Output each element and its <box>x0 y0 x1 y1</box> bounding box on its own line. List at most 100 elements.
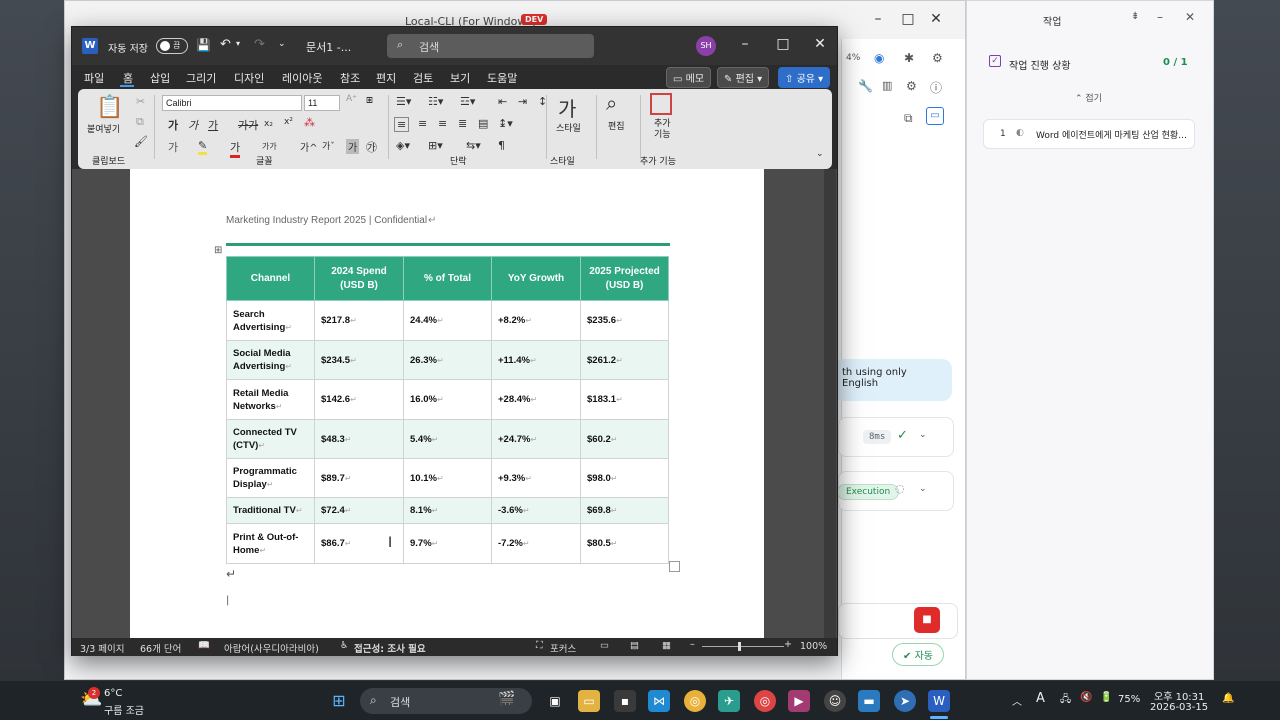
cli-close-button[interactable]: ✕ <box>921 11 951 27</box>
table-row[interactable]: Print & Out-of-Home↵ $86.7↵ 9.7%↵ -7.2%↵ $80… <box>226 523 669 564</box>
value-cell[interactable]: $98.0↵ <box>580 458 669 498</box>
accessibility-status[interactable]: 접근성: 조사 필요 <box>354 641 426 655</box>
value-cell[interactable]: $60.2↵ <box>580 419 669 459</box>
document-canvas[interactable]: Marketing Industry Report 2025 | Confide… <box>72 169 837 638</box>
subscript-icon[interactable]: x₂ <box>264 119 273 129</box>
table-row[interactable]: Social Media Advertising↵ $234.5↵ 26.3%↵ +1… <box>226 340 669 380</box>
value-cell[interactable]: -3.6%↵ <box>491 497 581 524</box>
paste-label[interactable]: 붙여넣기 <box>87 122 120 135</box>
cut-icon[interactable]: ✂ <box>136 95 145 108</box>
wrench-icon[interactable]: 🔧 <box>858 79 873 93</box>
pin-icon[interactable]: ⇟ <box>1131 11 1139 22</box>
app-icon-window[interactable]: ▬ <box>858 690 880 712</box>
copy-icon[interactable]: ⧉ <box>136 115 144 129</box>
line-spacing-icon[interactable]: ↨▾ <box>498 117 513 130</box>
channel-cell[interactable]: Traditional TV↵ <box>226 497 315 524</box>
channel-cell[interactable]: Retail Media Networks↵ <box>226 379 315 420</box>
value-cell[interactable]: 5.4%↵ <box>403 419 492 459</box>
value-cell[interactable]: +11.4%↵ <box>491 340 581 380</box>
channel-cell[interactable]: Connected TV (CTV)↵ <box>226 419 315 459</box>
align-left-icon[interactable]: ≡ <box>394 117 410 132</box>
page-header-text[interactable]: Marketing Industry Report 2025 | Confide… <box>226 215 427 226</box>
chrome-profile-icon[interactable]: ◎ <box>754 690 776 712</box>
styles-label[interactable]: 스타일 <box>556 121 581 134</box>
styles-gallery-icon[interactable]: 가 <box>558 93 576 122</box>
stop-button[interactable]: ■ <box>914 607 940 633</box>
page-count[interactable]: 3/3 페이지 <box>80 641 125 655</box>
table-header-cell[interactable]: 2024 Spend (USD B) <box>314 256 404 301</box>
text-effects-dropdown-icon[interactable]: 가 <box>168 139 178 155</box>
network-icon[interactable]: 🖧 <box>1060 692 1071 709</box>
table-resize-handle[interactable] <box>669 561 680 572</box>
web-layout-icon[interactable]: ▦ <box>662 640 671 651</box>
eye-icon[interactable]: ◉ <box>874 51 884 65</box>
value-cell[interactable]: $217.8↵ <box>314 300 404 341</box>
battery-icon[interactable]: 🔋 <box>1100 692 1112 703</box>
zoom-slider-thumb[interactable] <box>738 642 741 651</box>
highlight-icon[interactable]: ✎ <box>198 139 208 155</box>
menu-references[interactable]: 참조 <box>340 70 360 86</box>
numbering-icon[interactable]: ☷▾ <box>428 95 443 108</box>
bug-icon[interactable]: ✱ <box>904 51 914 65</box>
app-icon-circle[interactable]: ☺ <box>824 690 846 712</box>
value-cell[interactable]: +8.2%↵ <box>491 300 581 341</box>
word-taskbar-icon[interactable]: W <box>928 690 950 712</box>
value-cell[interactable]: +9.3%↵ <box>491 458 581 498</box>
app-icon-bird[interactable]: ✈ <box>718 690 740 712</box>
share-button[interactable]: ⇧ 공유 ▾ <box>778 67 831 88</box>
tray-overflow-icon[interactable]: ︿ <box>1012 693 1022 708</box>
undo-icon[interactable]: ↶ <box>220 37 231 52</box>
font-grow-icon[interactable]: A⁺ <box>346 94 357 104</box>
marketing-spend-table[interactable]: Channel 2024 Spend (USD B) % of Total Yo… <box>226 256 669 564</box>
table-row[interactable]: Traditional TV↵ $72.4↵ 8.1%↵ -3.6%↵ $69.8↵ <box>226 497 669 524</box>
show-marks-icon[interactable]: ¶ <box>498 139 505 152</box>
table-header-cell[interactable]: Channel <box>226 256 315 301</box>
zoom-level[interactable]: 100% <box>800 641 827 652</box>
menu-view[interactable]: 보기 <box>450 70 470 86</box>
table-header-cell[interactable]: YoY Growth <box>491 256 581 301</box>
bold-icon[interactable]: 가 <box>168 117 178 133</box>
shading-icon[interactable]: ◈▾ <box>396 139 410 152</box>
language-indicator[interactable]: 아랍어(사우디아라비아) <box>224 641 319 655</box>
align-right-icon[interactable]: ≡ <box>438 117 447 130</box>
borders-icon[interactable]: ⊞▾ <box>428 139 443 152</box>
word-search-box[interactable]: ⌕ 검색 <box>387 34 594 58</box>
fold-toggle[interactable]: ⌃ 접기 <box>1075 91 1102 104</box>
word-close-button[interactable]: ✕ <box>805 36 835 52</box>
table-header-cell[interactable]: % of Total <box>403 256 492 301</box>
task-list-item[interactable]: 1 ◐ Word 에이전트에게 마케팅 산업 현황... <box>983 119 1195 149</box>
text-effects-icon[interactable]: ⁂ <box>304 116 315 129</box>
gear-icon[interactable]: ⚙ <box>906 79 917 93</box>
chevron-down-icon[interactable]: ⌄ <box>919 484 927 494</box>
value-cell[interactable]: $234.5↵ <box>314 340 404 380</box>
menu-review[interactable]: 검토 <box>413 70 433 86</box>
value-cell[interactable]: $69.8↵ <box>580 497 669 524</box>
channel-cell[interactable]: Programmatic Display↵ <box>226 458 315 498</box>
volume-icon[interactable]: 🔇 <box>1080 692 1092 703</box>
value-cell[interactable]: $235.6↵ <box>580 300 669 341</box>
value-cell[interactable]: $48.3↵ <box>314 419 404 459</box>
task-minimize-button[interactable]: – <box>1157 10 1163 24</box>
value-cell[interactable]: +28.4%↵ <box>491 379 581 420</box>
table-row[interactable]: Connected TV (CTV)↵ $48.3↵ 5.4%↵ +24.7%↵ $60… <box>226 419 669 459</box>
collapse-ribbon-icon[interactable]: ⌄ <box>816 149 824 159</box>
value-cell[interactable]: $142.6↵ <box>314 379 404 420</box>
value-cell[interactable]: 8.1%↵ <box>403 497 492 524</box>
value-cell[interactable]: $72.4↵ <box>314 497 404 524</box>
print-layout-icon[interactable]: ▤ <box>630 640 639 651</box>
value-cell[interactable]: 26.3%↵ <box>403 340 492 380</box>
vertical-scrollbar[interactable] <box>824 169 836 638</box>
file-explorer-icon[interactable]: ▭ <box>578 690 600 712</box>
auto-mode-pill[interactable]: ✔ 자동 <box>892 643 944 666</box>
clock-time[interactable]: 오후 10:31 <box>1154 688 1204 703</box>
paragraph-dir-icon[interactable]: ⇆▾ <box>466 139 481 152</box>
cli-minimize-button[interactable]: – <box>863 11 893 27</box>
underline-icon[interactable]: 가 <box>208 117 218 133</box>
external-link-icon[interactable]: ⧉ <box>904 111 913 126</box>
grow-font-icon[interactable]: 가^ <box>300 139 318 154</box>
vscode-icon[interactable]: ⋈ <box>648 690 670 712</box>
menu-draw[interactable]: 그리기 <box>186 70 216 86</box>
menu-file[interactable]: 파일 <box>84 70 104 86</box>
word-minimize-button[interactable]: – <box>730 36 760 52</box>
italic-icon[interactable]: 가 <box>188 117 198 133</box>
